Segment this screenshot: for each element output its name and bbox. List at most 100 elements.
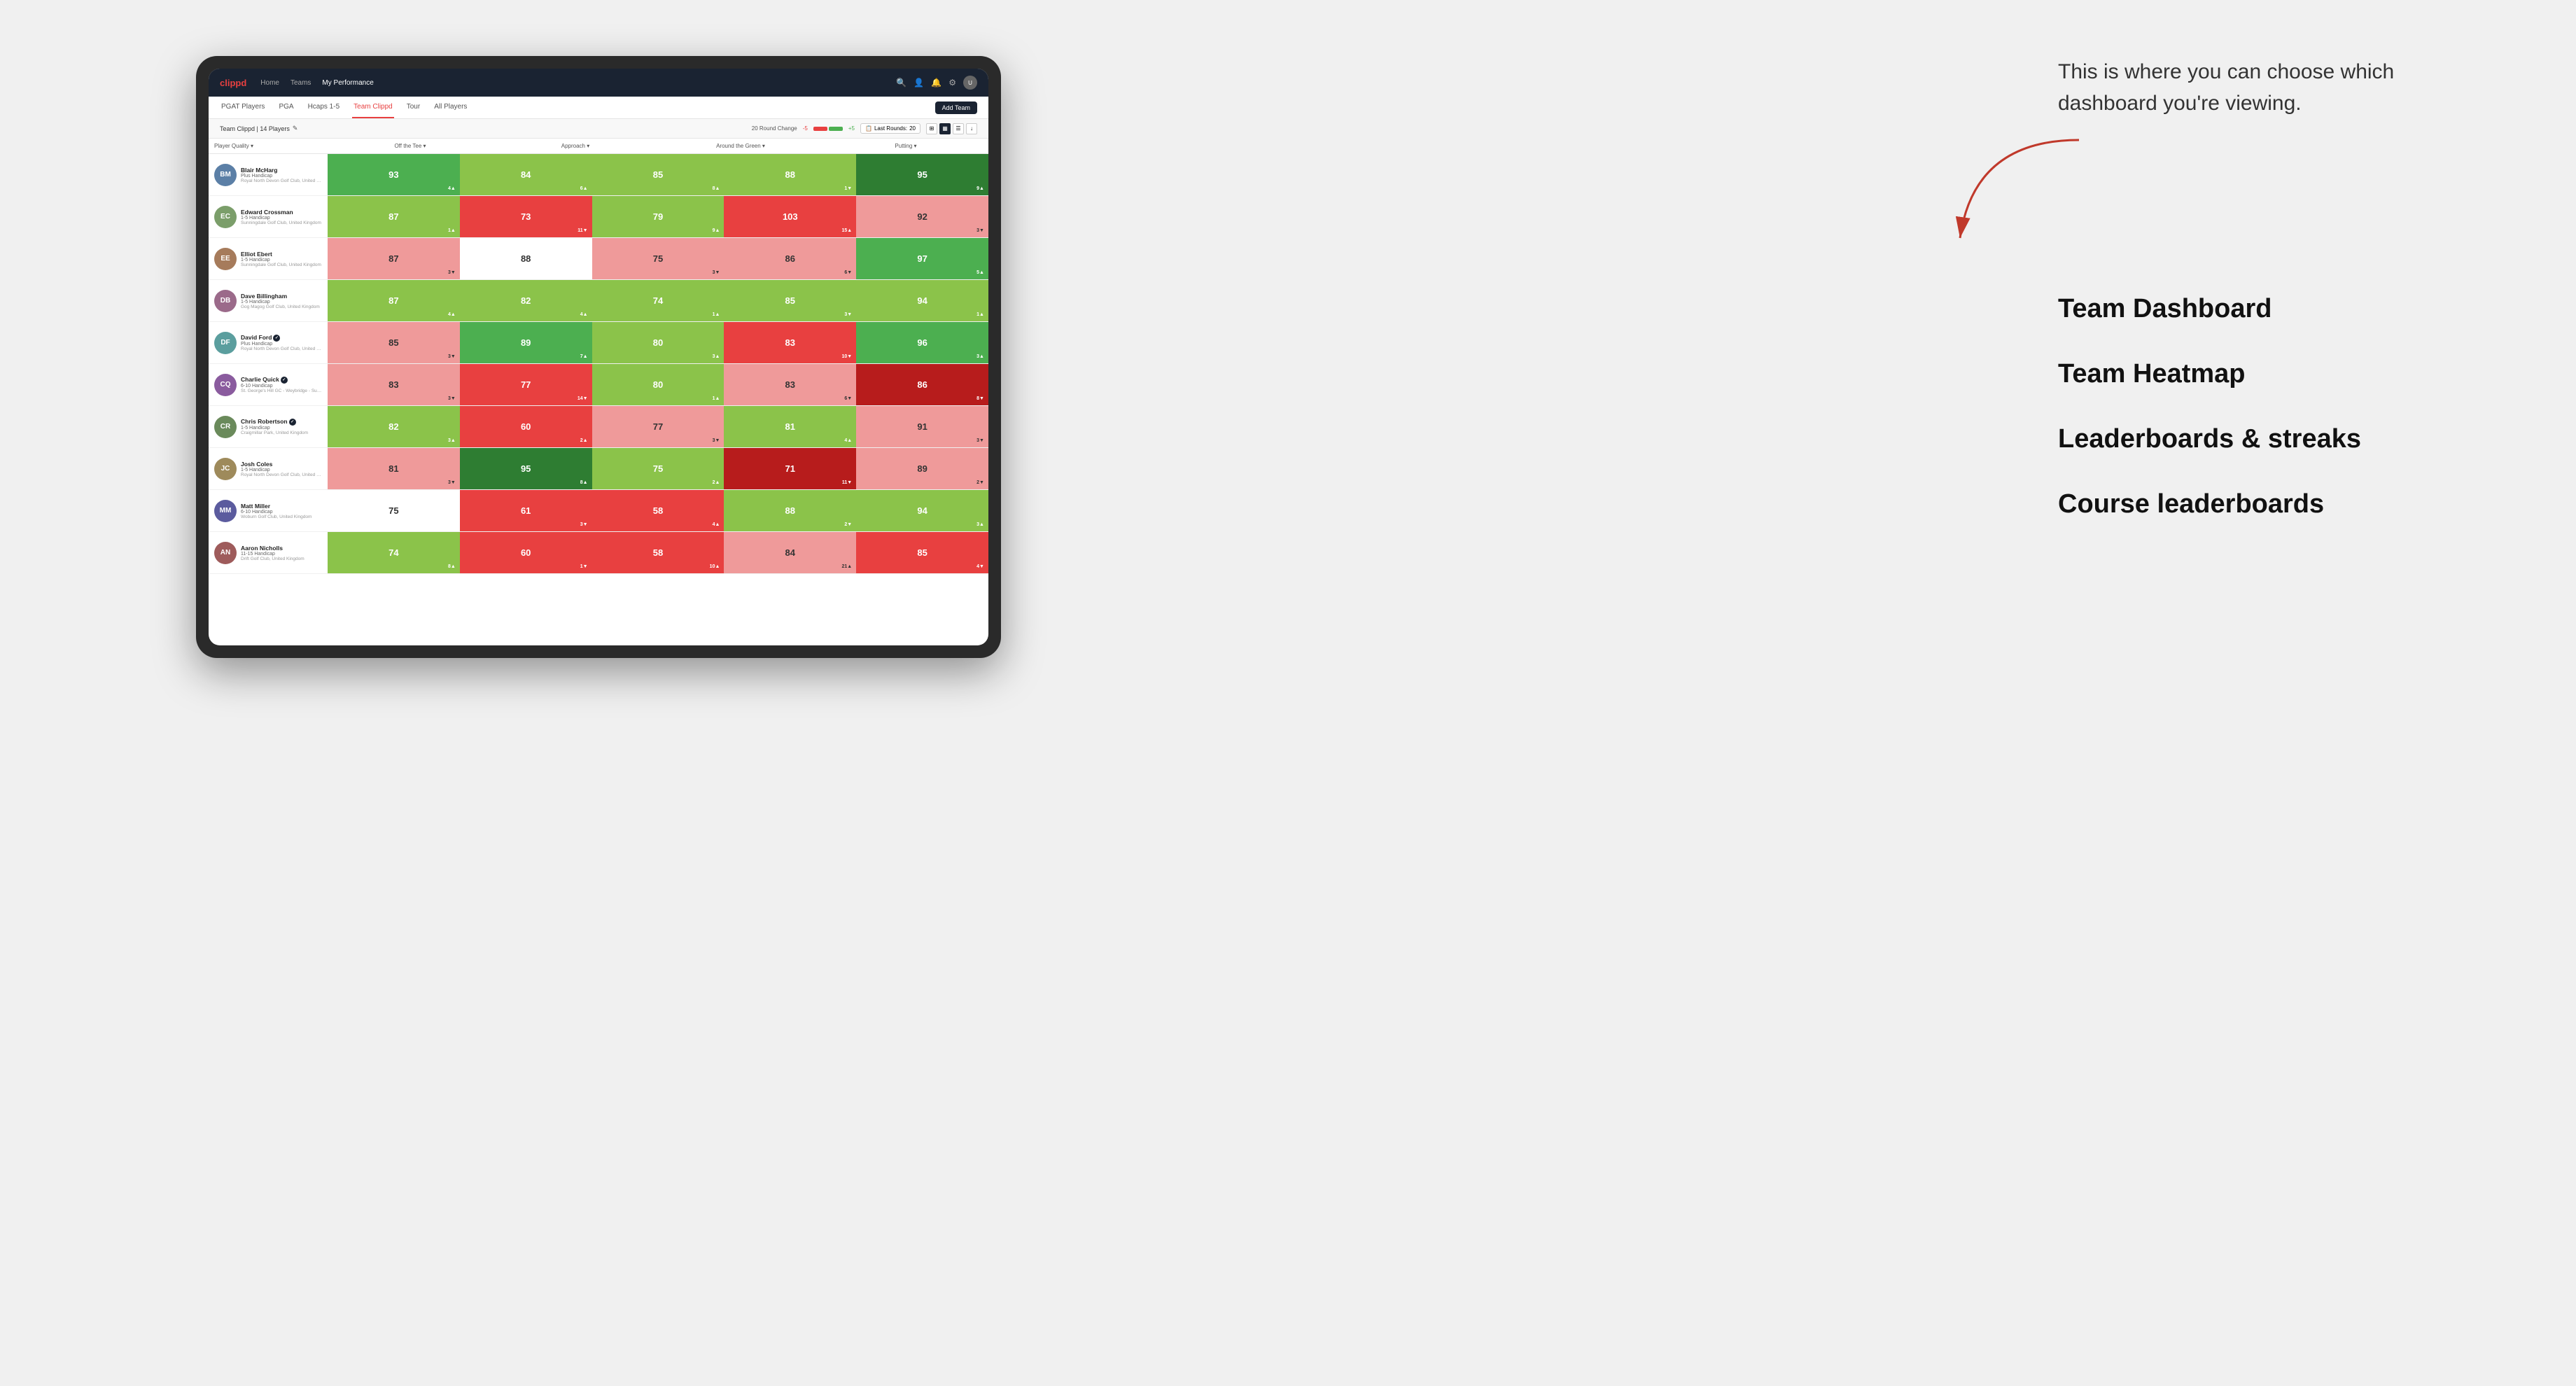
- stat-value: 80: [653, 337, 663, 348]
- tab-pgat-players[interactable]: PGAT Players: [220, 97, 266, 118]
- table-row[interactable]: CR Chris Robertson✓ 1-5 Handicap Craigmi…: [209, 406, 988, 448]
- avatar[interactable]: U: [963, 76, 977, 90]
- table-row[interactable]: EE Elliot Ebert 1-5 Handicap Sunningdale…: [209, 238, 988, 280]
- col-header-approach: Approach ▾: [493, 139, 658, 153]
- stat-change: 5▲: [976, 270, 984, 275]
- list-view-icon[interactable]: ☰: [953, 123, 964, 134]
- stat-change: 14▼: [578, 396, 588, 401]
- stat-cell: 814▲: [724, 406, 856, 447]
- stat-cell: 881▼: [724, 154, 856, 195]
- player-details: Blair McHarg Plus Handicap Royal North D…: [241, 167, 322, 183]
- table-row[interactable]: JC Josh Coles 1-5 Handicap Royal North D…: [209, 448, 988, 490]
- player-handicap: Plus Handicap: [241, 342, 322, 346]
- grid-view-icon[interactable]: ⊞: [926, 123, 937, 134]
- player-details: Edward Crossman 1-5 Handicap Sunningdale…: [241, 209, 322, 225]
- edit-team-icon[interactable]: ✎: [293, 125, 298, 132]
- stat-change: 1▲: [976, 312, 984, 317]
- stat-change: 3▼: [448, 480, 456, 485]
- stat-cell: 75: [328, 490, 460, 531]
- stat-change: 15▲: [841, 228, 852, 233]
- player-details: David Ford✓ Plus Handicap Royal North De…: [241, 334, 322, 351]
- last-rounds-button[interactable]: 📋 Last Rounds: 20: [860, 123, 920, 134]
- stat-change: 7▲: [580, 354, 588, 359]
- stat-value: 95: [521, 463, 531, 474]
- player-details: Aaron Nicholls 11-15 Handicap Drift Golf…: [241, 545, 322, 561]
- tab-team-clippd[interactable]: Team Clippd: [352, 97, 394, 118]
- stat-change: 11▼: [842, 480, 852, 485]
- add-team-button[interactable]: Add Team: [935, 102, 977, 114]
- stat-change: 6▼: [844, 396, 852, 401]
- stat-change: 3▲: [448, 438, 456, 443]
- nav-bar: clippd Home Teams My Performance 🔍 👤 🔔 ⚙…: [209, 69, 988, 97]
- player-avatar: AN: [214, 542, 237, 564]
- stat-change: 1▼: [580, 564, 588, 569]
- stat-change: 2▼: [844, 522, 852, 527]
- color-red: [813, 127, 827, 131]
- stat-value: 86: [785, 253, 795, 264]
- player-handicap: 1-5 Handicap: [241, 216, 322, 220]
- col-header-around-green: Around the Green ▾: [658, 139, 823, 153]
- stat-cell: 892▼: [856, 448, 988, 489]
- search-icon[interactable]: 🔍: [896, 78, 906, 88]
- nav-my-performance[interactable]: My Performance: [322, 79, 373, 87]
- table-row[interactable]: DB Dave Billingham 1-5 Handicap Gog Mago…: [209, 280, 988, 322]
- stat-cell: 773▼: [592, 406, 724, 447]
- annotation-arrow: [1939, 126, 2114, 266]
- player-club: St. George's Hill GC - Weybridge - Surre…: [241, 388, 322, 393]
- table-row[interactable]: BM Blair McHarg Plus Handicap Royal Nort…: [209, 154, 988, 196]
- option-leaderboards: Leaderboards & streaks: [2058, 424, 2548, 454]
- team-controls: 20 Round Change -5 +5 📋 Last Rounds: 20 …: [752, 123, 977, 134]
- export-icon[interactable]: ↓: [966, 123, 977, 134]
- settings-icon[interactable]: ⚙: [948, 78, 956, 88]
- tab-all-players[interactable]: All Players: [433, 97, 468, 118]
- view-icons: ⊞ ▦ ☰ ↓: [926, 123, 977, 134]
- stat-change: 3▲: [976, 522, 984, 527]
- stat-change: 2▲: [580, 438, 588, 443]
- table-row[interactable]: MM Matt Miller 6-10 Handicap Woburn Golf…: [209, 490, 988, 532]
- stat-value: 85: [785, 295, 795, 306]
- nav-teams[interactable]: Teams: [290, 79, 311, 87]
- player-handicap: 1-5 Handicap: [241, 258, 322, 262]
- stat-cell: 7111▼: [724, 448, 856, 489]
- stat-cell: 941▲: [856, 280, 988, 321]
- stat-cell: 958▲: [460, 448, 592, 489]
- tab-pga[interactable]: PGA: [277, 97, 295, 118]
- tab-hcaps[interactable]: Hcaps 1-5: [307, 97, 342, 118]
- player-avatar: EC: [214, 206, 237, 228]
- stat-cell: 803▲: [592, 322, 724, 363]
- team-header: Team Clippd | 14 Players ✎ 20 Round Chan…: [209, 119, 988, 139]
- player-avatar: EE: [214, 248, 237, 270]
- stat-cell: 601▼: [460, 532, 592, 573]
- nav-home[interactable]: Home: [260, 79, 279, 87]
- bell-icon[interactable]: 🔔: [931, 78, 941, 88]
- stat-value: 92: [917, 211, 927, 222]
- stat-value: 84: [521, 169, 531, 180]
- heatmap-view-icon[interactable]: ▦: [939, 123, 951, 134]
- stat-value: 87: [388, 295, 398, 306]
- player-club: Royal North Devon Golf Club, United King…: [241, 346, 322, 351]
- player-details: Dave Billingham 1-5 Handicap Gog Magog G…: [241, 293, 322, 309]
- tab-tour[interactable]: Tour: [405, 97, 421, 118]
- table-row[interactable]: DF David Ford✓ Plus Handicap Royal North…: [209, 322, 988, 364]
- stat-value: 80: [653, 379, 663, 390]
- annotation-panel: This is where you can choose which dashb…: [2058, 56, 2548, 519]
- stat-value: 75: [388, 505, 398, 516]
- stat-change: 3▼: [448, 270, 456, 275]
- player-avatar: JC: [214, 458, 237, 480]
- table-row[interactable]: CQ Charlie Quick✓ 6-10 Handicap St. Geor…: [209, 364, 988, 406]
- stat-change: 9▲: [713, 228, 720, 233]
- stat-cell: 854▼: [856, 532, 988, 573]
- player-handicap: 6-10 Handicap: [241, 384, 322, 388]
- table-row[interactable]: EC Edward Crossman 1-5 Handicap Sunningd…: [209, 196, 988, 238]
- stat-value: 88: [785, 505, 795, 516]
- sub-nav: PGAT Players PGA Hcaps 1-5 Team Clippd T…: [209, 97, 988, 119]
- player-info: DB Dave Billingham 1-5 Handicap Gog Mago…: [209, 280, 328, 321]
- stat-value: 89: [521, 337, 531, 348]
- col-header-player: Player Quality ▾: [209, 139, 328, 153]
- stat-value: 89: [917, 463, 927, 474]
- stat-cell: 866▼: [724, 238, 856, 279]
- stat-value: 84: [785, 547, 795, 558]
- stat-cell: 975▲: [856, 238, 988, 279]
- table-row[interactable]: AN Aaron Nicholls 11-15 Handicap Drift G…: [209, 532, 988, 574]
- profile-icon[interactable]: 👤: [913, 78, 924, 88]
